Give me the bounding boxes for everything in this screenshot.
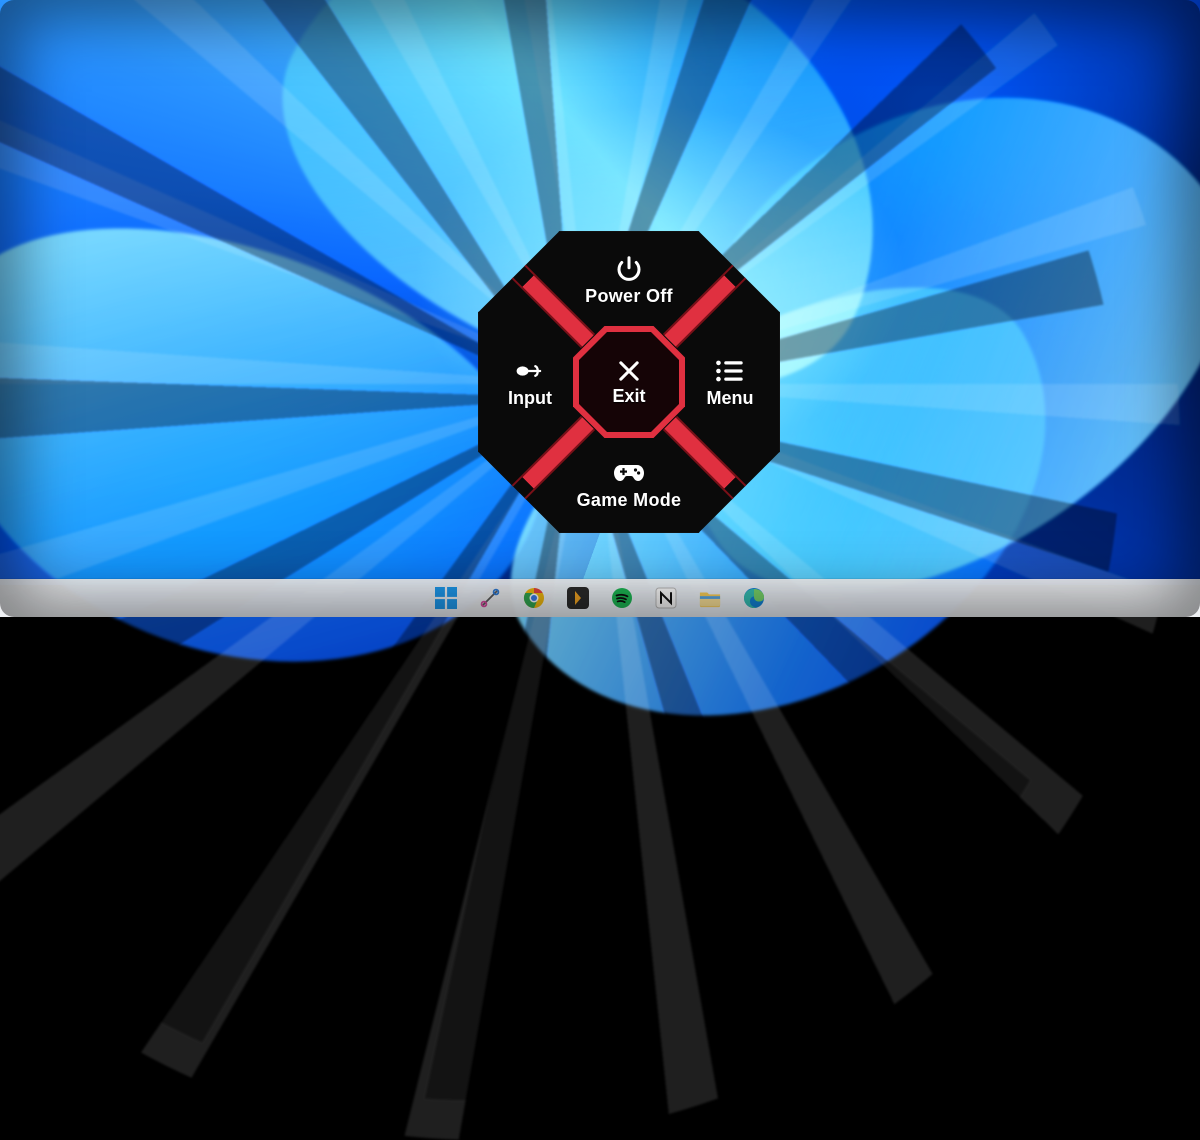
start-icon[interactable] <box>435 587 457 609</box>
file-explorer-icon[interactable] <box>699 587 721 609</box>
gamepad-icon <box>612 458 646 488</box>
osd-exit-button[interactable]: Exit <box>575 328 683 436</box>
close-icon <box>614 358 644 384</box>
plex-icon[interactable] <box>567 587 589 609</box>
edge-icon[interactable] <box>743 587 765 609</box>
osd-exit-label: Exit <box>612 386 645 407</box>
snipping-tool-icon[interactable] <box>479 587 501 609</box>
power-icon <box>612 254 646 284</box>
osd-game-mode-button[interactable]: Game Mode <box>478 441 780 527</box>
osd-power-off-label: Power Off <box>585 286 673 307</box>
input-source-icon <box>513 356 547 386</box>
chrome-icon[interactable] <box>523 587 545 609</box>
taskbar <box>0 579 1200 617</box>
notion-icon[interactable] <box>655 587 677 609</box>
osd-game-mode-label: Game Mode <box>577 490 682 511</box>
spotify-icon[interactable] <box>611 587 633 609</box>
osd-menu-label: Menu <box>707 388 754 409</box>
osd-input-label: Input <box>508 388 552 409</box>
monitor-osd-menu: Power Off Input Menu <box>478 231 780 533</box>
menu-list-icon <box>713 356 747 386</box>
